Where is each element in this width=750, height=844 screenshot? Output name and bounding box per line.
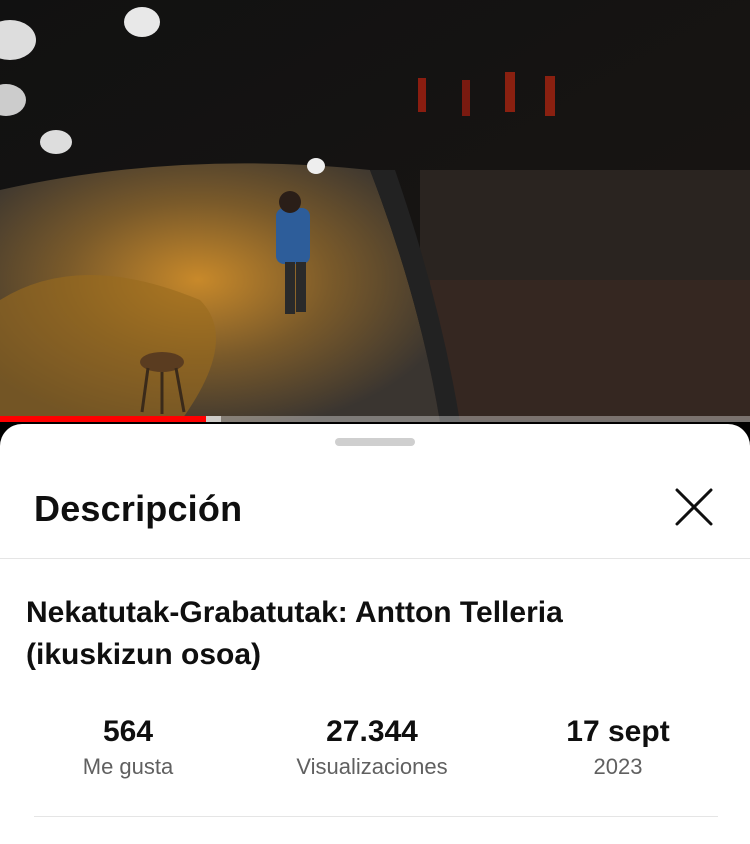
played-bar <box>0 416 207 422</box>
buffered-bar <box>206 416 222 422</box>
views-label: Visualizaciones <box>296 754 448 779</box>
drag-handle[interactable] <box>335 438 415 446</box>
likes-label: Me gusta <box>82 754 174 779</box>
close-icon[interactable] <box>668 481 720 533</box>
views-count: 27.344 <box>326 715 418 748</box>
views-stat: 27.344 Visualizaciones <box>252 714 492 782</box>
video-player[interactable] <box>0 0 750 422</box>
publish-year: 2023 <box>593 754 643 779</box>
divider <box>34 816 718 817</box>
publish-date: 17 sept <box>566 715 670 748</box>
video-stats: 564 Me gusta 27.344 Visualizaciones 17 s… <box>0 714 750 784</box>
date-stat: 17 sept 2023 <box>498 714 738 782</box>
likes-count: 564 <box>102 715 154 748</box>
video-frame <box>0 0 750 422</box>
sheet-header: Descripción <box>0 474 750 559</box>
video-title: Nekatutak-Grabatutak: Antton Telleria (i… <box>26 596 563 671</box>
video-progress-bar[interactable] <box>0 416 750 422</box>
likes-stat: 564 Me gusta <box>8 714 248 782</box>
description-sheet: Descripción Nekatutak-Grabatutak: Antton… <box>0 424 750 844</box>
sheet-title: Descripción <box>34 488 243 529</box>
